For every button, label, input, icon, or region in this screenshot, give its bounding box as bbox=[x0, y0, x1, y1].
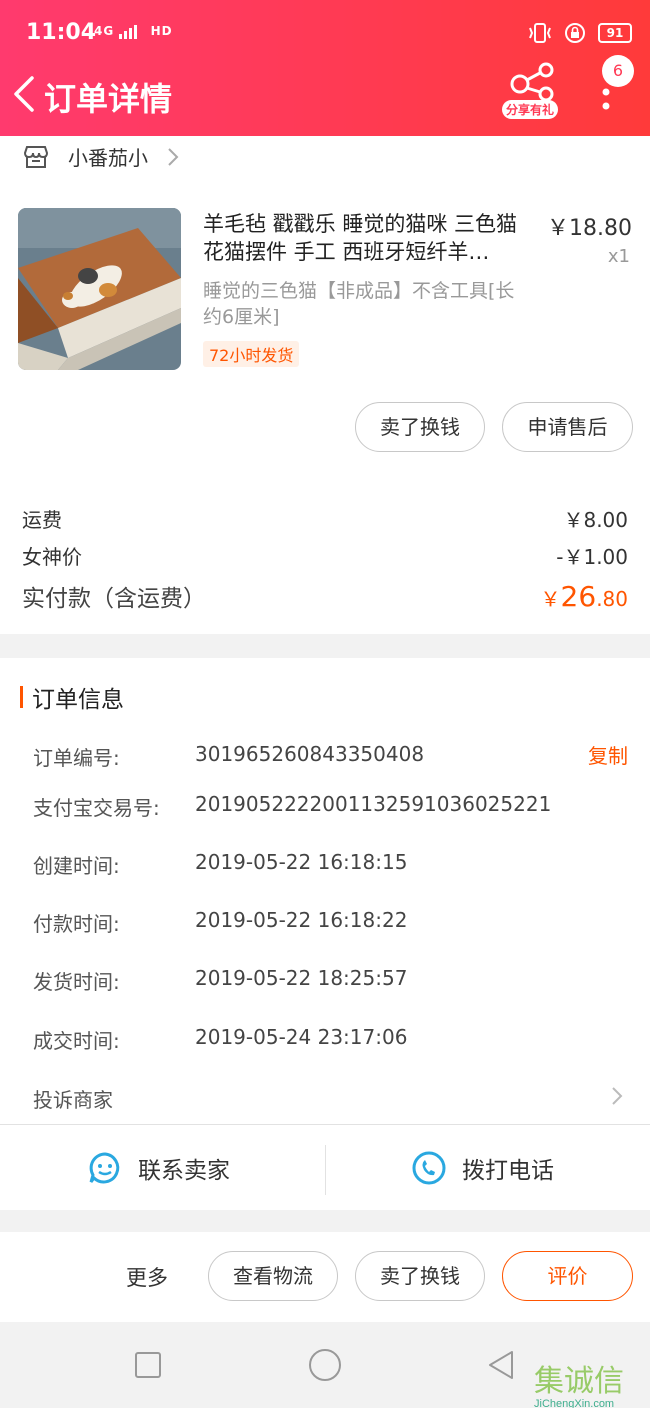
copy-button[interactable]: 复制 bbox=[588, 740, 628, 769]
share-button[interactable]: 分享有礼 bbox=[498, 62, 568, 124]
order-detail-page: 11:04 4G HD 91 订单详情 分享有礼 6 小番茄小 羊毛毡 戳戳乐 … bbox=[0, 0, 650, 1408]
total-integer: 26 bbox=[560, 580, 597, 613]
discount-value: -￥1.00 bbox=[556, 545, 628, 569]
deal-time-value: 2019-05-24 23:17:06 bbox=[195, 1025, 408, 1049]
shipped-time-label: 发货时间: bbox=[33, 970, 120, 994]
share-icon bbox=[510, 62, 554, 102]
page-title: 订单详情 bbox=[44, 80, 173, 118]
status-right: 91 bbox=[528, 22, 632, 44]
recent-apps-icon[interactable] bbox=[134, 1351, 162, 1379]
call-phone-button[interactable]: 拨打电话 bbox=[412, 1125, 554, 1211]
order-number-value: 301965260843350408 bbox=[195, 742, 425, 766]
back-arrow-icon[interactable] bbox=[10, 74, 40, 114]
watermark-logo: 集诚信 bbox=[534, 1364, 624, 1399]
watermark: 集诚信 JiChengXin.com bbox=[534, 1356, 624, 1408]
shipped-time-value: 2019-05-22 18:25:57 bbox=[195, 966, 408, 990]
contact-seller-button[interactable]: 联系卖家 bbox=[88, 1125, 230, 1211]
home-icon[interactable] bbox=[308, 1348, 342, 1382]
signal-bars-icon bbox=[119, 24, 138, 39]
paid-time-label: 付款时间: bbox=[33, 912, 120, 936]
alipay-trade-value: 2019052222001132591036025221 bbox=[195, 792, 552, 816]
lock-icon bbox=[565, 23, 585, 43]
phone-icon bbox=[412, 1151, 446, 1185]
back-nav-icon[interactable] bbox=[486, 1349, 516, 1381]
complain-seller-link[interactable]: 投诉商家 bbox=[33, 1084, 113, 1113]
sleeping-cat-image bbox=[18, 208, 181, 370]
total-paid-label: 实付款（含运费） bbox=[22, 586, 206, 612]
alipay-trade-label: 支付宝交易号: bbox=[33, 796, 160, 820]
hd-indicator: HD bbox=[150, 24, 173, 38]
product-image[interactable] bbox=[18, 208, 181, 370]
discount-label: 女神价 bbox=[22, 545, 82, 569]
currency-symbol: ￥ bbox=[540, 587, 561, 611]
message-badge[interactable]: 6 bbox=[602, 55, 634, 87]
share-label: 分享有礼 bbox=[502, 100, 559, 119]
shipping-fee-value: ￥8.00 bbox=[563, 508, 628, 532]
order-info-section: 订单信息 订单编号: 301965260843350408 复制 支付宝交易号:… bbox=[0, 658, 650, 1210]
total-decimal: .80 bbox=[596, 587, 628, 611]
deal-time-label: 成交时间: bbox=[33, 1029, 120, 1053]
chevron-right-icon bbox=[168, 147, 179, 166]
battery-indicator: 91 bbox=[598, 23, 632, 43]
bottom-action-bar: 更多 查看物流 卖了换钱 评价 bbox=[0, 1232, 650, 1322]
section-accent-bar bbox=[20, 686, 23, 708]
view-logistics-button[interactable]: 查看物流 bbox=[208, 1251, 338, 1301]
contact-row: 联系卖家 拨打电话 bbox=[0, 1124, 650, 1210]
order-number-label: 订单编号: bbox=[33, 746, 120, 770]
discount-row: 女神价 -￥1.00 bbox=[22, 541, 628, 570]
shipping-fee-label: 运费 bbox=[22, 508, 62, 532]
review-button[interactable]: 评价 bbox=[502, 1251, 633, 1301]
sell-for-cash-bottom-button[interactable]: 卖了换钱 bbox=[355, 1251, 485, 1301]
product-spec: 睡觉的三色猫【非成品】不含工具[长约6厘米] bbox=[203, 280, 515, 328]
status-time: 11:04 bbox=[26, 20, 97, 45]
product-quantity: x1 bbox=[607, 246, 630, 267]
network-type: 4G bbox=[94, 24, 115, 38]
created-time-value: 2019-05-22 16:18:15 bbox=[195, 850, 408, 874]
paid-time-value: 2019-05-22 16:18:22 bbox=[195, 908, 408, 932]
shop-icon bbox=[23, 145, 49, 168]
created-time-label: 创建时间: bbox=[33, 854, 120, 878]
more-button[interactable]: 更多 bbox=[126, 1262, 168, 1292]
shipping-tag: 72小时发货 bbox=[203, 341, 300, 367]
shop-name: 小番茄小 bbox=[68, 146, 148, 170]
chat-icon bbox=[89, 1152, 120, 1184]
contact-seller-label: 联系卖家 bbox=[138, 1158, 230, 1184]
shop-row[interactable]: 小番茄小 bbox=[22, 142, 180, 171]
sell-for-cash-button[interactable]: 卖了换钱 bbox=[355, 402, 485, 452]
total-paid-value: ￥26.80 bbox=[541, 580, 628, 613]
signal-indicator: 4G HD bbox=[94, 24, 173, 39]
vibrate-icon bbox=[529, 23, 551, 43]
more-options-icon[interactable] bbox=[598, 84, 618, 114]
total-paid-row: 实付款（含运费） ￥26.80 bbox=[22, 579, 628, 613]
chevron-right-icon[interactable] bbox=[610, 1085, 624, 1107]
shipping-fee-row: 运费 ￥8.00 bbox=[22, 504, 628, 533]
product-title[interactable]: 羊毛毡 戳戳乐 睡觉的猫咪 三色猫 花猫摆件 手工 西班牙短纤羊… bbox=[203, 210, 537, 268]
product-price: ￥18.80 bbox=[547, 216, 632, 241]
divider bbox=[325, 1145, 326, 1195]
call-phone-label: 拨打电话 bbox=[462, 1158, 554, 1184]
header-bar: 11:04 4G HD 91 订单详情 分享有礼 6 bbox=[0, 0, 650, 136]
order-info-title: 订单信息 bbox=[32, 687, 124, 713]
after-sale-button[interactable]: 申请售后 bbox=[502, 402, 633, 452]
status-bar: 11:04 4G HD 91 bbox=[0, 0, 650, 66]
product-card: 小番茄小 羊毛毡 戳戳乐 睡觉的猫咪 三色猫 花猫摆件 手工 西班牙短纤羊… ￥… bbox=[0, 136, 650, 634]
